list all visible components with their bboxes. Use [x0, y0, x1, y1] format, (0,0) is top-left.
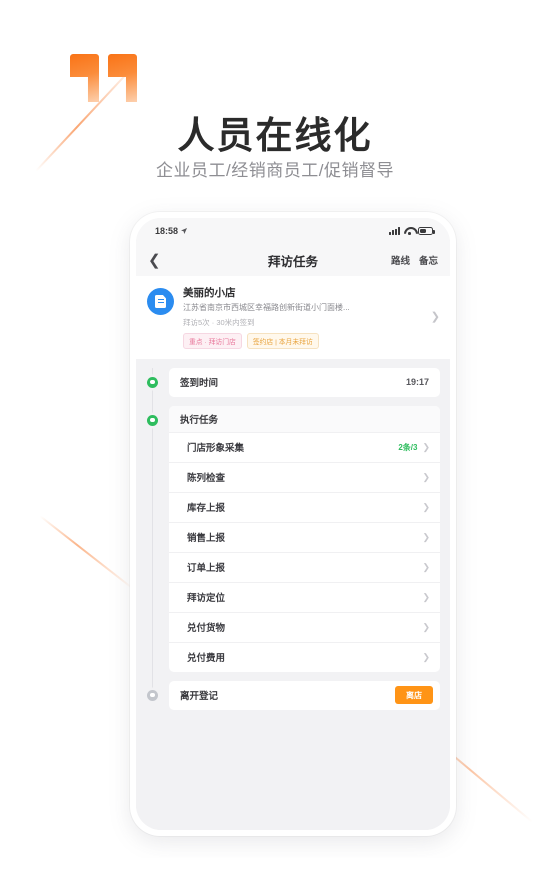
leave-label: 离开登记 [180, 691, 219, 703]
timeline-rail [136, 405, 169, 686]
timeline-rail [136, 367, 169, 411]
chevron-right-icon[interactable]: ❯ [422, 592, 430, 603]
timeline-rail [136, 680, 169, 710]
checkin-time-value: 19:17 [405, 377, 429, 388]
phone-screen: 18:58 ❮ 拜访任务 路线 备忘 美丽的小店 江苏省南京市西城区幸福路创新街… [136, 218, 450, 830]
task-row[interactable]: 陈列检查 ❯ [169, 461, 440, 492]
checkin-label: 签到时间 [180, 378, 219, 390]
chevron-right-icon[interactable]: ❯ [422, 472, 430, 483]
task-label: 库存上报 [187, 503, 226, 515]
chevron-left-icon[interactable]: ❮ [148, 253, 166, 268]
chevron-right-icon[interactable]: ❯ [422, 652, 430, 663]
task-label: 门店形象采集 [187, 443, 245, 455]
location-arrow-icon [181, 228, 188, 234]
checkin-row: 签到时间 19:17 [169, 368, 440, 397]
status-bar: 18:58 [136, 218, 450, 244]
task-row[interactable]: 销售上报 ❯ [169, 521, 440, 552]
task-row[interactable]: 拜访定位 ❯ [169, 581, 440, 612]
task-label: 订单上报 [187, 563, 226, 575]
chevron-right-icon[interactable]: ❯ [431, 310, 440, 323]
quote-mark-icon [70, 54, 138, 102]
store-card[interactable]: 美丽的小店 江苏省南京市西城区幸福路创新街道小门面楼... 拜访5次 · 30米… [136, 276, 450, 359]
task-section-card: 执行任务 门店形象采集 2条/3 ❯ 陈列检查 ❯ 库存上报 ❯ 销售上报 ❯ … [169, 405, 440, 672]
timeline-dot-green [147, 414, 158, 426]
chevron-right-icon[interactable]: ❯ [422, 562, 430, 573]
decorative-diagonal-line-left [39, 515, 134, 590]
chevron-right-icon[interactable]: ❯ [422, 442, 430, 453]
task-row[interactable]: 门店形象采集 2条/3 ❯ [169, 431, 440, 462]
nav-actions: 路线 备忘 [391, 253, 438, 267]
chevron-right-icon[interactable]: ❯ [422, 502, 430, 513]
leave-store-button[interactable]: 离店 [395, 686, 433, 705]
signal-bars-icon [389, 227, 400, 235]
store-name: 美丽的小店 [183, 287, 236, 299]
page-title: 人员在线化 [177, 115, 373, 156]
page-subtitle: 企业员工/经销商员工/促销督导 [156, 161, 394, 180]
store-document-icon [147, 288, 174, 315]
status-bar-time: 18:58 [155, 226, 179, 236]
store-info: 美丽的小店 江苏省南京市西城区幸福路创新街道小门面楼... 拜访5次 · 30米… [183, 285, 420, 349]
screen-body: 美丽的小店 江苏省南京市西城区幸福路创新街道小门面楼... 拜访5次 · 30米… [136, 276, 450, 830]
task-count-badge: 2条/3 [398, 442, 418, 452]
leave-card: 离开登记 离店 [169, 680, 440, 710]
task-row-right: ❯ [417, 562, 430, 573]
chevron-right-icon[interactable]: ❯ [422, 622, 430, 633]
store-tags: 重点 · 拜访门店 签约店 | 本月未拜访 [183, 332, 420, 349]
store-tag-secondary: 签约店 | 本月未拜访 [246, 332, 319, 349]
task-row-right: ❯ [417, 532, 430, 543]
task-row[interactable]: 兑付费用 ❯ [169, 641, 440, 672]
store-meta: 拜访5次 · 30米内签到 [183, 317, 255, 327]
nav-action-memo[interactable]: 备忘 [419, 253, 438, 267]
task-row-right: ❯ [417, 502, 430, 513]
task-label: 陈列检查 [187, 473, 226, 485]
task-label: 拜访定位 [187, 593, 226, 605]
promo-card: 人员在线化 企业员工/经销商员工/促销督导 18:58 ❮ 拜访任务 路线 备忘… [18, 10, 532, 858]
timeline-row-checkin: 签到时间 19:17 [136, 367, 440, 411]
task-row[interactable]: 订单上报 ❯ [169, 551, 440, 582]
task-row-right: ❯ [417, 592, 430, 603]
chevron-right-icon[interactable]: ❯ [422, 532, 430, 543]
timeline-row-leave: 离开登记 离店 [136, 680, 440, 710]
task-row-right: 2条/3 ❯ [398, 442, 430, 453]
status-bar-right [389, 227, 435, 235]
task-row[interactable]: 兑付货物 ❯ [169, 611, 440, 642]
leave-row: 离开登记 离店 [169, 681, 440, 710]
status-bar-left: 18:58 [155, 226, 188, 236]
task-section-header: 执行任务 [169, 405, 440, 432]
task-row-right: ❯ [417, 652, 430, 663]
task-row-right: ❯ [417, 472, 430, 483]
timeline-dot-green [147, 376, 158, 388]
task-timeline: 签到时间 19:17 执行任务 门店形象采集 2条/3 ❯ 陈列检查 ❯ 库存上… [136, 359, 450, 710]
task-label: 兑付货物 [187, 623, 226, 635]
store-tag-primary: 重点 · 拜访门店 [183, 332, 242, 349]
battery-icon [418, 227, 435, 235]
timeline-row-tasks: 执行任务 门店形象采集 2条/3 ❯ 陈列检查 ❯ 库存上报 ❯ 销售上报 ❯ … [136, 405, 440, 686]
task-row[interactable]: 库存上报 ❯ [169, 491, 440, 522]
nav-action-route[interactable]: 路线 [391, 253, 410, 267]
nav-bar: ❮ 拜访任务 路线 备忘 [136, 244, 450, 276]
task-label: 兑付费用 [187, 653, 226, 665]
task-row-right: ❯ [417, 622, 430, 633]
task-label: 销售上报 [187, 533, 226, 545]
store-address: 江苏省南京市西城区幸福路创新街道小门面楼... [183, 303, 350, 312]
timeline-dot-grey [147, 689, 158, 701]
phone-mockup: 18:58 ❮ 拜访任务 路线 备忘 美丽的小店 江苏省南京市西城区幸福路创新街… [130, 212, 456, 836]
wifi-icon [404, 227, 414, 235]
checkin-card[interactable]: 签到时间 19:17 [169, 367, 440, 397]
